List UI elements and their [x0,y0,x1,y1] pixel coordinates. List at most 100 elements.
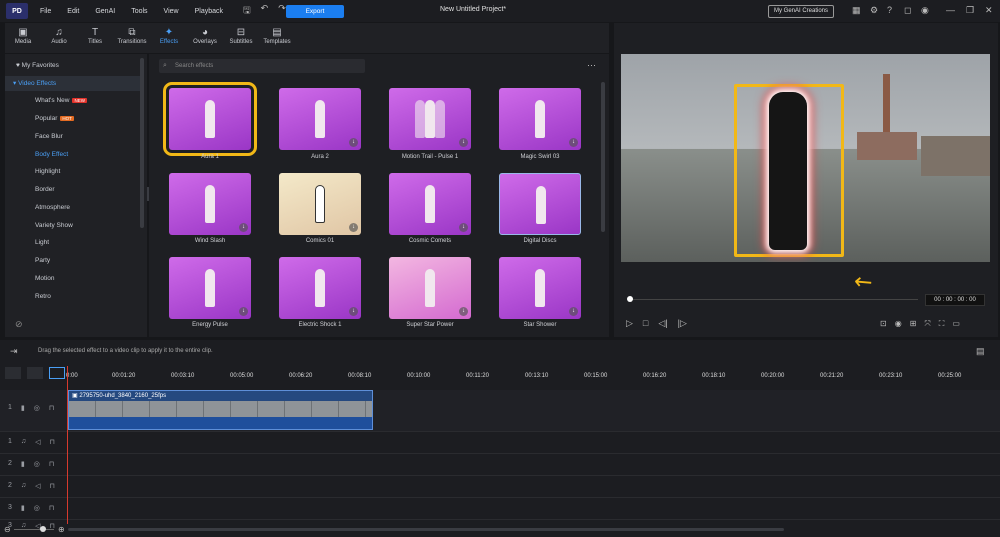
prev-frame-icon[interactable]: ◁| [658,318,667,329]
effect-thumb-energy-pulse[interactable]: ↓ [169,257,251,319]
track-audio-2[interactable]: 2 ♫ ◁ ⊓ [0,476,1000,498]
effect-thumb-electric-shock[interactable]: ↓ [279,257,361,319]
zoom-out-icon[interactable]: ⊖ [4,525,11,534]
track-video-3[interactable]: 3 ▮ ◎ ⊓ [0,498,1000,520]
snapshot-icon[interactable]: ⊡ [880,319,887,329]
redo-icon[interactable]: ↷ [278,3,286,19]
seek-bar[interactable] [628,299,918,300]
stop-icon[interactable]: □ [643,318,648,329]
search-input[interactable]: Search effects [159,59,365,73]
next-frame-icon[interactable]: |▷ [678,318,687,329]
record-icon[interactable]: ◉ [895,319,902,329]
video-clip[interactable]: ▣ 2795750-uhd_3840_2160_25fps [68,390,373,430]
lock-icon[interactable]: ⊓ [49,460,54,468]
tab-media[interactable]: ▣ Media [5,23,41,53]
zoom-in-icon[interactable]: ⊕ [58,525,65,534]
dancer-figure [415,100,425,138]
my-favorites[interactable]: ♥ My Favorites [16,62,154,69]
preview-video[interactable] [621,54,990,262]
download-icon[interactable]: ↓ [569,138,578,147]
download-icon[interactable]: ↓ [569,307,578,316]
minimize-icon[interactable]: — [946,5,955,15]
snap-icon[interactable] [49,367,65,379]
lock-icon[interactable]: ⊓ [49,404,54,412]
lock-icon[interactable]: ⊓ [50,482,55,490]
save-icon[interactable]: 🖫 [243,3,251,19]
undo-icon[interactable]: ↶ [261,3,269,19]
download-icon[interactable]: ↓ [239,307,248,316]
genai-creations-button[interactable]: My GenAI Creations [768,5,834,18]
menu-file[interactable]: File [40,8,51,15]
crop-icon[interactable]: ⊞ [910,319,917,329]
zoom-slider[interactable] [14,529,54,530]
track-video-2[interactable]: 2 ▮ ◎ ⊓ [0,454,1000,476]
import-icon[interactable]: ⇥ [10,346,18,357]
tab-audio[interactable]: ♫ Audio [41,23,77,53]
zoom-slider-handle[interactable] [40,526,46,532]
help-icon[interactable]: ? [887,5,892,15]
timeline-settings-icon[interactable]: ▤ [976,346,985,357]
fullscreen-icon[interactable]: ⛶ [939,319,945,329]
menu-tools[interactable]: Tools [131,8,147,15]
effect-thumb-aura-1[interactable] [163,82,257,156]
tab-subtitles[interactable]: ⊟ Subtitles [223,23,259,53]
more-options-icon[interactable]: ⋯ [587,60,596,71]
play-icon[interactable]: ▷ [626,318,633,329]
building [921,136,990,176]
quality-icon[interactable]: ▭ [952,319,960,329]
track-audio-1[interactable]: 1 ♫ ◁ ⊓ [0,432,1000,454]
zoom-icon[interactable]: ⤧ [924,319,930,329]
download-icon[interactable]: ↓ [459,307,468,316]
download-icon[interactable]: ↓ [349,307,358,316]
remove-favorite-icon[interactable]: ⊘ [15,319,23,330]
tab-overlays[interactable]: ◕ Overlays [187,23,223,53]
effect-thumb-magic-swirl[interactable]: ↓ [499,88,581,150]
mute-icon[interactable]: ◁ [35,438,40,446]
export-button[interactable]: Export [286,5,344,18]
visibility-icon[interactable]: ◎ [34,460,40,468]
visibility-icon[interactable]: ◎ [34,504,40,512]
lock-icon[interactable]: ⊓ [49,504,54,512]
download-icon[interactable]: ↓ [459,223,468,232]
account-icon[interactable]: ◉ [921,5,929,16]
download-icon[interactable]: ↓ [349,138,358,147]
menu-view[interactable]: View [164,8,179,15]
close-icon[interactable]: ✕ [985,5,993,16]
sidebar-item-label: Popular [35,115,58,122]
visibility-icon[interactable]: ◎ [34,404,40,412]
download-icon[interactable]: ↓ [459,138,468,147]
library-scrollbar[interactable] [601,82,605,232]
lock-icon[interactable]: ⊓ [50,438,55,446]
effect-thumb-super-star[interactable]: ↓ [389,257,471,319]
notification-icon[interactable]: ◻ [904,5,911,16]
mute-icon[interactable]: ◁ [35,482,40,490]
download-icon[interactable]: ↓ [349,223,358,232]
effect-thumb-digital-discs[interactable] [499,173,581,235]
timecode[interactable]: 00 : 00 : 00 : 00 [925,294,985,306]
effect-thumb-comics[interactable]: ↓ [279,173,361,235]
effect-thumb-motion-trail[interactable]: ↓ [389,88,471,150]
effect-thumb-cosmic-comets[interactable]: ↓ [389,173,471,235]
tab-transitions[interactable]: ⧉ Transitions [113,23,151,53]
tab-templates[interactable]: ▤ Templates [259,23,295,53]
layout-icon[interactable]: ▦ [852,5,861,16]
restore-icon[interactable]: ❐ [966,5,974,16]
playhead[interactable] [67,366,68,524]
settings-icon[interactable]: ⚙ [870,5,878,16]
download-icon[interactable]: ↓ [239,223,248,232]
track-view-icon[interactable] [27,367,43,379]
menu-playback[interactable]: Playback [195,8,223,15]
menu-genai[interactable]: GenAI [95,8,115,15]
timeline-scrollbar[interactable] [68,528,784,531]
effect-thumb-star-shower[interactable]: ↓ [499,257,581,319]
seek-handle[interactable] [627,296,633,302]
effect-thumb-wind-slash[interactable]: ↓ [169,173,251,235]
tab-titles[interactable]: T Titles [77,23,113,53]
video-effects-section[interactable]: ▾ Video Effects [5,76,143,91]
timeline-ruler[interactable]: 0:00 00:01:20 00:03:10 00:05:00 00:06:20… [66,373,1000,385]
tab-effects[interactable]: ✦ Effects [151,23,187,53]
menu-edit[interactable]: Edit [67,8,79,15]
sidebar-scrollbar[interactable] [140,58,144,228]
track-manager-icon[interactable] [5,367,21,379]
effect-thumb-aura-2[interactable]: ↓ [279,88,361,150]
